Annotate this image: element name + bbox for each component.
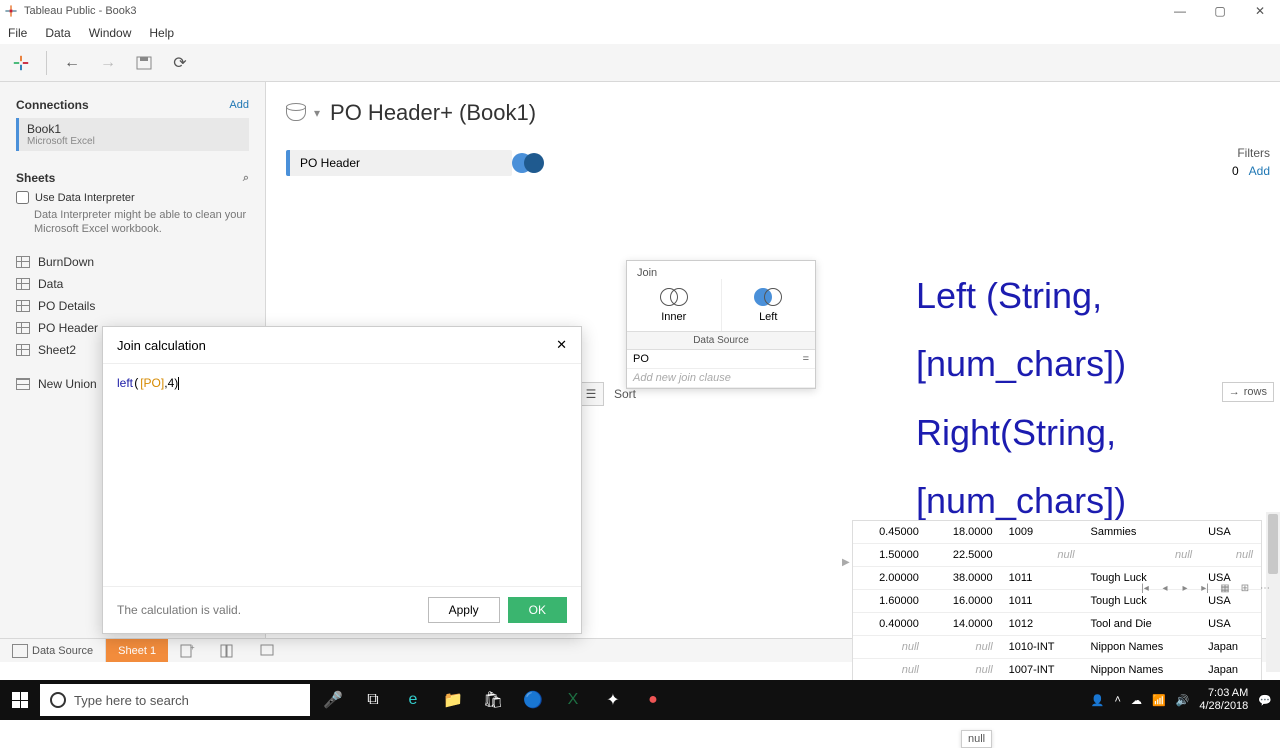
- edge-icon[interactable]: e: [394, 680, 432, 720]
- menu-help[interactable]: Help: [149, 26, 174, 40]
- join-type-inner[interactable]: Inner: [627, 279, 722, 331]
- onedrive-icon[interactable]: ☁: [1131, 694, 1142, 707]
- volume-icon[interactable]: 🔊: [1176, 694, 1190, 707]
- recording-icon[interactable]: ●: [634, 680, 672, 720]
- chrome-icon[interactable]: 🔵: [514, 680, 552, 720]
- join-clause[interactable]: PO =: [627, 350, 815, 369]
- database-icon[interactable]: [286, 103, 304, 123]
- tableau-icon[interactable]: [10, 52, 32, 74]
- sheet-icon: [16, 344, 30, 356]
- data-interpreter-checkbox[interactable]: Use Data Interpreter: [16, 191, 249, 204]
- calc-editor[interactable]: left([PO],4): [103, 364, 581, 586]
- new-dashboard-button[interactable]: [208, 639, 248, 662]
- sheets-label: Sheets: [16, 171, 55, 185]
- connection-type: Microsoft Excel: [27, 136, 241, 147]
- explorer-icon[interactable]: 📁: [434, 680, 472, 720]
- back-button[interactable]: ←: [61, 52, 83, 74]
- taskbar-search[interactable]: Type here to search: [40, 684, 310, 716]
- forward-button[interactable]: →: [97, 52, 119, 74]
- people-icon[interactable]: 👤: [1091, 694, 1105, 707]
- maximize-button[interactable]: ▢: [1200, 0, 1240, 22]
- sheet-nav-controls[interactable]: |◂◂▸▸|▦⊞⋯: [1138, 583, 1272, 594]
- table-row[interactable]: nullnull1007-INTNippon NamesJapan: [853, 659, 1261, 682]
- save-button[interactable]: [133, 52, 155, 74]
- sheet-item[interactable]: BurnDown: [0, 251, 265, 273]
- data-preview-table: 0.4500018.00001009SammiesUSA1.5000022.50…: [852, 520, 1262, 706]
- connections-label: Connections: [16, 98, 89, 112]
- union-icon: [16, 378, 30, 390]
- sheet-icon: [16, 278, 30, 290]
- close-button[interactable]: ✕: [1240, 0, 1280, 22]
- connection-item[interactable]: Book1 Microsoft Excel: [16, 118, 249, 151]
- datasource-title[interactable]: PO Header+ (Book1): [330, 100, 536, 126]
- calc-close-button[interactable]: ✕: [556, 337, 567, 353]
- tooltip: null: [961, 730, 992, 748]
- connection-name: Book1: [27, 122, 241, 136]
- sheet-icon: [16, 256, 30, 268]
- menu-data[interactable]: Data: [45, 26, 70, 40]
- search-icon[interactable]: ⌕: [243, 172, 249, 185]
- window-title: Tableau Public - Book3: [24, 5, 137, 17]
- add-join-clause[interactable]: Add new join clause: [627, 369, 815, 388]
- menu-window[interactable]: Window: [89, 26, 132, 40]
- add-filter[interactable]: Add: [1249, 164, 1270, 178]
- join-datasource-label: Data Source: [627, 332, 815, 350]
- notifications-icon[interactable]: 💬: [1258, 694, 1272, 707]
- sheet-item[interactable]: Data: [0, 273, 265, 295]
- table-row[interactable]: 0.4500018.00001009SammiesUSA: [853, 521, 1261, 544]
- join-venn-icon[interactable]: [510, 150, 546, 176]
- table-pill[interactable]: PO Header: [286, 150, 512, 176]
- task-view-icon[interactable]: ⧉: [354, 680, 392, 720]
- tableau-logo-icon: [4, 4, 18, 18]
- table-row[interactable]: nullnull1010-INTNippon NamesJapan: [853, 636, 1261, 659]
- table-row[interactable]: 0.4000014.00001012Tool and DieUSA: [853, 613, 1261, 636]
- datasource-tab-icon: [12, 644, 28, 658]
- filter-count: 0: [1232, 164, 1239, 178]
- new-story-button[interactable]: [248, 639, 288, 662]
- sheet-item[interactable]: PO Details: [0, 295, 265, 317]
- expand-handle[interactable]: ▶: [842, 557, 850, 568]
- tableau-taskbar-icon[interactable]: ✦: [594, 680, 632, 720]
- refresh-button[interactable]: ⟳: [169, 52, 191, 74]
- calculation-dialog: Join calculation ✕ left([PO],4) The calc…: [102, 326, 582, 634]
- sheet-icon: [16, 300, 30, 312]
- start-button[interactable]: [0, 680, 40, 720]
- ok-button[interactable]: OK: [508, 597, 567, 623]
- tab-sheet1[interactable]: Sheet 1: [106, 639, 168, 662]
- tab-datasource[interactable]: Data Source: [0, 639, 106, 662]
- menu-file[interactable]: File: [8, 26, 27, 40]
- new-worksheet-button[interactable]: +: [168, 639, 208, 662]
- menu-bar: File Data Window Help: [0, 22, 1280, 44]
- store-icon[interactable]: 🛍: [474, 680, 512, 720]
- table-row[interactable]: 1.5000022.5000nullnullnull: [853, 544, 1261, 567]
- svg-text:+: +: [190, 644, 195, 652]
- add-connection[interactable]: Add: [229, 99, 249, 111]
- calc-status: The calculation is valid.: [117, 603, 241, 617]
- interpreter-desc: Data Interpreter might be able to clean …: [34, 208, 249, 237]
- excel-icon[interactable]: X: [554, 680, 592, 720]
- calc-title: Join calculation: [117, 338, 206, 353]
- sort-label[interactable]: Sort: [614, 387, 636, 401]
- apply-button[interactable]: Apply: [428, 597, 500, 623]
- join-type-left[interactable]: Left: [722, 279, 816, 331]
- filters-label: Filters: [1232, 146, 1270, 160]
- mic-icon[interactable]: 🎤: [314, 680, 352, 720]
- join-tab-label: Join: [627, 261, 815, 279]
- join-config-popup: Join Inner Left Data Source PO = Add new…: [626, 260, 816, 389]
- wifi-icon[interactable]: 📶: [1152, 694, 1166, 707]
- cortana-icon: [50, 692, 66, 708]
- minimize-button[interactable]: —: [1160, 0, 1200, 22]
- tray-up-icon[interactable]: ˄: [1115, 694, 1121, 706]
- clock[interactable]: 7:03 AM 4/28/2018: [1199, 687, 1248, 713]
- sheet-icon: [16, 322, 30, 334]
